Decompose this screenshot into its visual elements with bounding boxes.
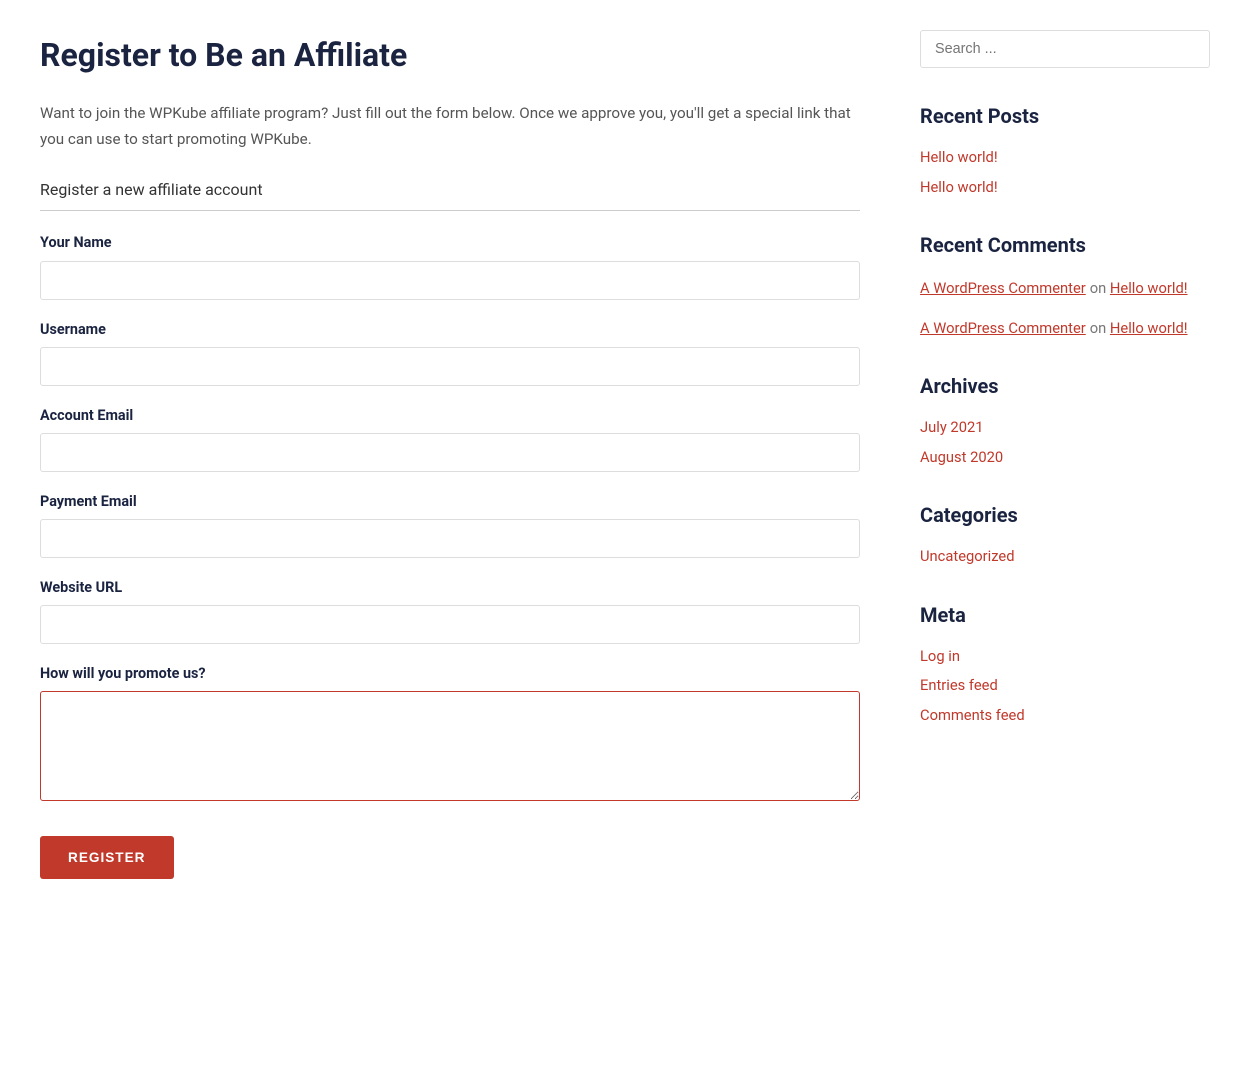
commenter-link-1[interactable]: A WordPress Commenter: [920, 279, 1086, 297]
label-username: Username: [40, 318, 860, 341]
label-your-name: Your Name: [40, 231, 860, 254]
commenter-link-2[interactable]: A WordPress Commenter: [920, 319, 1086, 337]
category-link-1[interactable]: Uncategorized: [920, 545, 1210, 569]
search-input[interactable]: [920, 30, 1210, 68]
intro-text: Want to join the WPKube affiliate progra…: [40, 101, 860, 153]
form-group-promotion: How will you promote us?: [40, 662, 860, 809]
website-url-input[interactable]: [40, 605, 860, 644]
recent-post-link-2[interactable]: Hello world!: [920, 176, 1210, 200]
sidebar-categories: Categories Uncategorized: [920, 499, 1210, 569]
form-group-your-name: Your Name: [40, 231, 860, 299]
comment-on-1: on: [1090, 279, 1110, 297]
comment-post-link-2[interactable]: Hello world!: [1110, 319, 1188, 337]
meta-title: Meta: [920, 599, 1210, 631]
your-name-input[interactable]: [40, 261, 860, 300]
meta-entries-feed-link[interactable]: Entries feed: [920, 674, 1210, 698]
sidebar-meta: Meta Log in Entries feed Comments feed: [920, 599, 1210, 728]
affiliate-registration-form: Your Name Username Account Email Payment…: [40, 231, 860, 879]
label-payment-email: Payment Email: [40, 490, 860, 513]
form-group-username: Username: [40, 318, 860, 386]
username-input[interactable]: [40, 347, 860, 386]
how-promote-textarea[interactable]: [40, 691, 860, 801]
sidebar-recent-posts: Recent Posts Hello world! Hello world!: [920, 100, 1210, 199]
comment-entry-2: A WordPress Commenter on Hello world!: [920, 315, 1210, 341]
comment-entry-1: A WordPress Commenter on Hello world!: [920, 275, 1210, 301]
sidebar-recent-comments: Recent Comments A WordPress Commenter on…: [920, 229, 1210, 340]
archives-title: Archives: [920, 370, 1210, 402]
recent-post-link-1[interactable]: Hello world!: [920, 146, 1210, 170]
comment-on-2: on: [1090, 319, 1110, 337]
comment-post-link-1[interactable]: Hello world!: [1110, 279, 1188, 297]
meta-comments-feed-link[interactable]: Comments feed: [920, 704, 1210, 728]
categories-title: Categories: [920, 499, 1210, 531]
form-group-account-email: Account Email: [40, 404, 860, 472]
archive-link-1[interactable]: July 2021: [920, 416, 1210, 440]
label-website-url: Website URL: [40, 576, 860, 599]
meta-login-link[interactable]: Log in: [920, 645, 1210, 669]
sidebar-archives: Archives July 2021 August 2020: [920, 370, 1210, 469]
form-group-payment-email: Payment Email: [40, 490, 860, 558]
page-wrapper: Register to Be an Affiliate Want to join…: [0, 0, 1250, 909]
account-email-input[interactable]: [40, 433, 860, 472]
recent-posts-title: Recent Posts: [920, 100, 1210, 132]
archive-link-2[interactable]: August 2020: [920, 446, 1210, 470]
page-title: Register to Be an Affiliate: [40, 30, 860, 81]
label-account-email: Account Email: [40, 404, 860, 427]
label-how-promote: How will you promote us?: [40, 662, 860, 685]
main-content: Register to Be an Affiliate Want to join…: [40, 30, 860, 879]
form-group-website-url: Website URL: [40, 576, 860, 644]
register-button[interactable]: REGISTER: [40, 836, 174, 879]
sidebar: Recent Posts Hello world! Hello world! R…: [920, 30, 1210, 879]
payment-email-input[interactable]: [40, 519, 860, 558]
recent-comments-title: Recent Comments: [920, 229, 1210, 261]
form-section-title: Register a new affiliate account: [40, 177, 860, 212]
